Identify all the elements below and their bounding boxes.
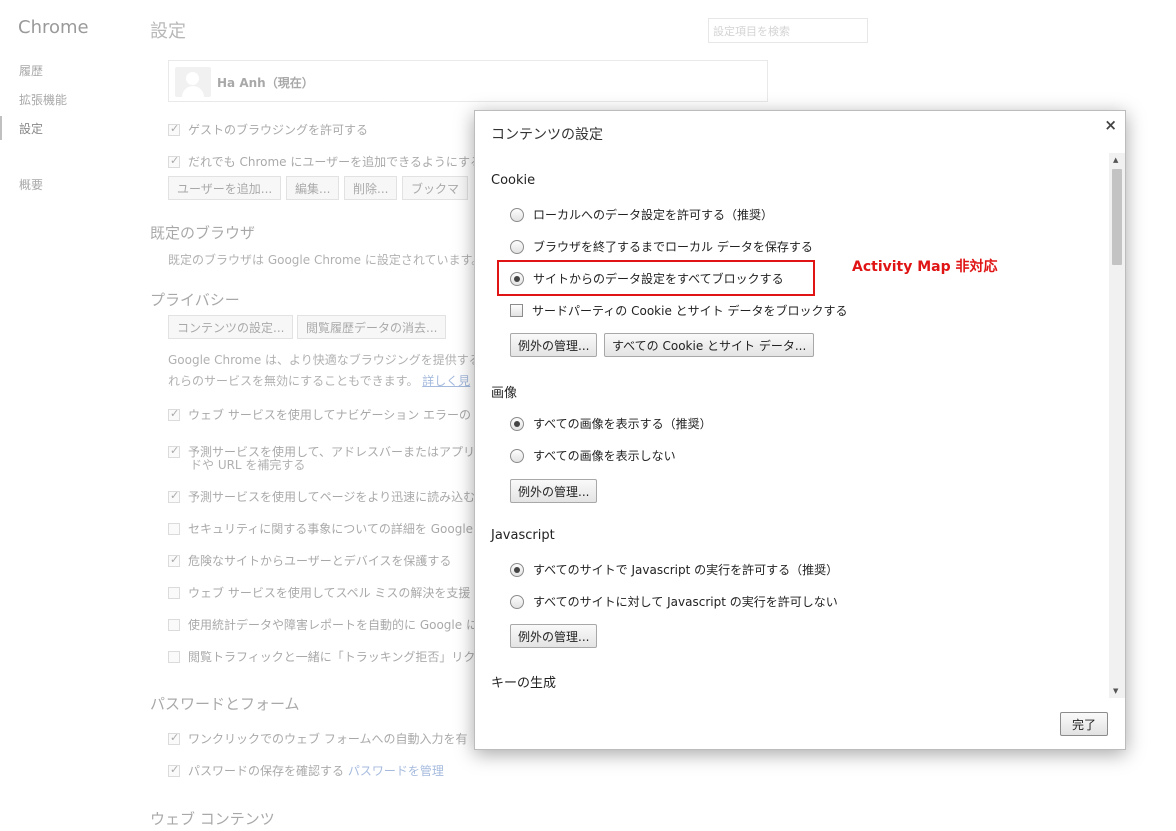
scrollbar[interactable]: ▲ ▼	[1109, 153, 1125, 698]
manage-passwords-link[interactable]: パスワードを管理	[348, 764, 444, 778]
default-browser-text: 既定のブラウザは Google Chrome に設定されています。	[168, 253, 484, 267]
nav-item-history[interactable]: 履歴	[19, 62, 43, 79]
close-icon[interactable]: ×	[1104, 116, 1117, 134]
javascript-block-radio[interactable]: すべてのサイトに対して Javascript の実行を許可しない	[510, 593, 838, 610]
nav-selection-bar	[0, 116, 2, 140]
checkbox-icon	[510, 304, 523, 317]
checkbox-icon	[168, 122, 180, 136]
dialog-body: Cookie ローカルへのデータ設定を許可する（推奨） ブラウザを終了するまでロ…	[475, 153, 1109, 698]
cookie-allow-radio[interactable]: ローカルへのデータ設定を許可する（推奨）	[510, 206, 773, 223]
clear-browsing-data-button[interactable]: 閲覧履歴データの消去...	[297, 315, 447, 339]
checkbox-icon	[168, 587, 180, 599]
checkbox-icon	[168, 619, 180, 631]
user-box[interactable]: Ha Anh（現在）	[168, 60, 768, 102]
bookmarks-button[interactable]: ブックマ	[402, 176, 469, 200]
delete-user-button[interactable]: 削除...	[344, 176, 398, 200]
learn-more-link[interactable]: 詳しく見	[422, 374, 470, 388]
checkbox-icon	[168, 407, 180, 421]
nav-item-extensions[interactable]: 拡張機能	[19, 91, 67, 108]
web-content-heading: ウェブ コンテンツ	[150, 810, 275, 828]
radio-icon	[510, 417, 524, 431]
javascript-exceptions-button[interactable]: 例外の管理...	[510, 624, 598, 648]
privacy-check-safe-browsing[interactable]: 危険なサイトからユーザーとデバイスを保護する	[168, 552, 451, 569]
autofill-checkbox[interactable]: ワンクリックでのウェブ フォームへの自動入力を有	[168, 730, 467, 747]
add-user-checkbox[interactable]: だれでも Chrome にユーザーを追加できるようにする	[168, 153, 482, 170]
images-heading: 画像	[491, 386, 518, 401]
privacy-check-spelling[interactable]: ウェブ サービスを使用してスペル ミスの解決を支援	[168, 584, 470, 601]
javascript-heading: Javascript	[491, 528, 555, 543]
nav-title: Chrome	[18, 17, 89, 38]
cookie-block-radio[interactable]: サイトからのデータ設定をすべてブロックする	[510, 270, 784, 287]
checkbox-icon	[168, 651, 180, 663]
third-party-cookie-checkbox[interactable]: サードパーティの Cookie とサイト データをブロックする	[510, 302, 847, 319]
password-forms-heading: パスワードとフォーム	[150, 695, 300, 713]
cookie-heading: Cookie	[491, 173, 536, 188]
guest-browsing-checkbox[interactable]: ゲストのブラウジングを許可する	[168, 121, 368, 138]
content-settings-dialog: コンテンツの設定 × Cookie ローカルへのデータ設定を許可する（推奨） ブ…	[474, 110, 1126, 750]
avatar-icon	[175, 67, 211, 97]
privacy-check-preload[interactable]: 予測サービスを使用してページをより迅速に読み込む	[168, 488, 475, 505]
radio-icon	[510, 272, 524, 286]
default-browser-heading: 既定のブラウザ	[150, 224, 256, 242]
all-cookies-button[interactable]: すべての Cookie とサイト データ...	[604, 333, 815, 357]
radio-icon	[510, 449, 524, 463]
user-name: Ha Anh（現在）	[217, 76, 314, 90]
radio-icon	[510, 563, 524, 577]
checkbox-icon	[168, 731, 180, 745]
privacy-description: Google Chrome は、より快適なブラウジングを提供する	[168, 353, 481, 367]
scroll-up-icon[interactable]: ▲	[1113, 156, 1118, 164]
checkbox-icon	[168, 154, 180, 168]
images-hide-all-radio[interactable]: すべての画像を表示しない	[510, 447, 676, 464]
add-user-button[interactable]: ユーザーを追加...	[168, 176, 282, 200]
left-nav: Chrome 履歴 拡張機能 設定 概要	[0, 0, 140, 831]
radio-icon	[510, 208, 524, 222]
page-title: 設定	[150, 21, 186, 42]
search-input[interactable]: 設定項目を検索	[708, 18, 868, 43]
cookie-exceptions-button[interactable]: 例外の管理...	[510, 333, 598, 357]
privacy-check-do-not-track[interactable]: 閲覧トラフィックと一緒に「トラッキング拒否」リク	[168, 648, 475, 665]
nav-item-about[interactable]: 概要	[19, 176, 43, 193]
privacy-check-security-reports[interactable]: セキュリティに関する事象についての詳細を Google	[168, 520, 473, 537]
checkbox-icon	[168, 444, 180, 458]
privacy-check-usage-stats[interactable]: 使用統計データや障害レポートを自動的に Google に	[168, 616, 478, 633]
privacy-check-nav-errors[interactable]: ウェブ サービスを使用してナビゲーション エラーの	[168, 406, 471, 423]
done-button[interactable]: 完了	[1060, 712, 1108, 736]
javascript-allow-radio[interactable]: すべてのサイトで Javascript の実行を許可する（推奨）	[510, 561, 838, 578]
images-show-all-radio[interactable]: すべての画像を表示する（推奨）	[510, 415, 712, 432]
password-save-checkbox[interactable]: パスワードの保存を確認する パスワードを管理	[168, 762, 444, 779]
keygen-heading: キーの生成	[491, 676, 557, 691]
checkbox-icon	[168, 489, 180, 503]
images-exceptions-button[interactable]: 例外の管理...	[510, 479, 598, 503]
radio-icon	[510, 240, 524, 254]
cookie-session-radio[interactable]: ブラウザを終了するまでローカル データを保存する	[510, 238, 813, 255]
privacy-description-2: れらのサービスを無効にすることもできます。 詳しく見	[168, 374, 471, 388]
scroll-thumb[interactable]	[1112, 169, 1122, 265]
annotation-label: Activity Map 非対応	[852, 259, 998, 275]
privacy-heading: プライバシー	[150, 291, 240, 309]
checkbox-icon	[168, 763, 180, 777]
content-settings-button[interactable]: コンテンツの設定...	[168, 315, 294, 339]
privacy-check-prediction-line2: ドや URL を補完する	[190, 458, 306, 472]
edit-user-button[interactable]: 編集...	[286, 176, 340, 200]
checkbox-icon	[168, 523, 180, 535]
nav-item-settings[interactable]: 設定	[19, 120, 43, 137]
dialog-title: コンテンツの設定	[491, 127, 603, 143]
scroll-down-icon[interactable]: ▼	[1113, 687, 1118, 695]
radio-icon	[510, 595, 524, 609]
checkbox-icon	[168, 553, 180, 567]
